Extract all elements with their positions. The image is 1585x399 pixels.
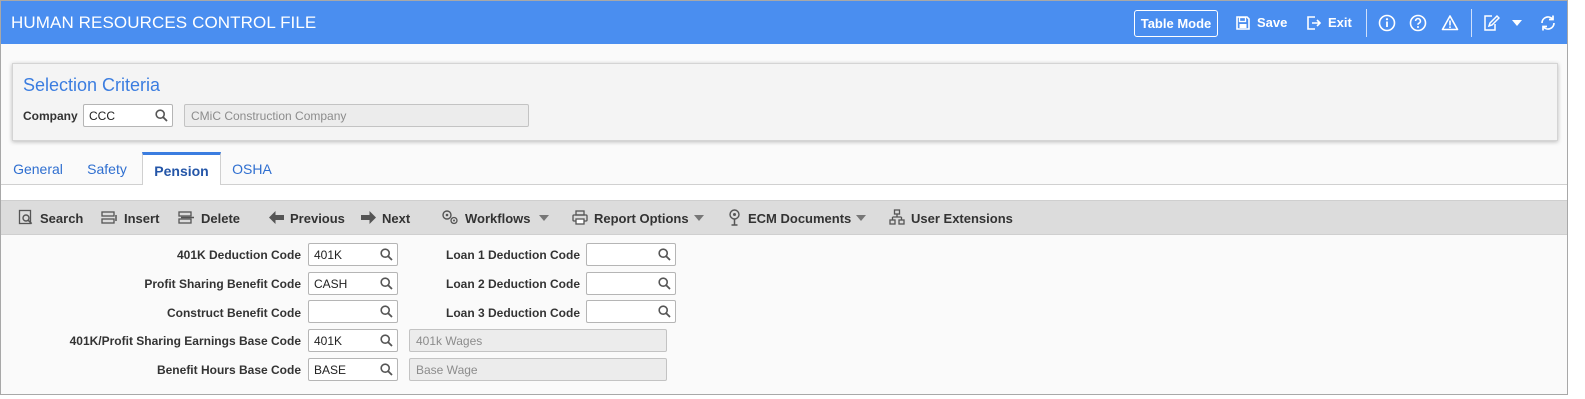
loan-3-deduction-code-field[interactable]	[586, 300, 676, 323]
hierarchy-icon	[889, 209, 905, 228]
loan-1-deduction-code-label: Loan 1 Deduction Code	[445, 248, 580, 262]
benefit-hours-base-description: Base Wage	[409, 358, 667, 381]
report-options-button[interactable]: Report Options	[572, 201, 689, 236]
previous-label: Previous	[290, 211, 345, 226]
loan-3-deduction-code-label: Loan 3 Deduction Code	[445, 306, 580, 320]
deduction-code-401k-value: 401K	[314, 247, 343, 262]
chevron-down-icon[interactable]	[1507, 13, 1527, 33]
profit-sharing-benefit-code-value: CASH	[314, 276, 348, 291]
toolbar-divider	[1366, 9, 1367, 37]
edit-icon[interactable]	[1481, 13, 1501, 33]
refresh-icon[interactable]	[1538, 13, 1558, 33]
tab-osha[interactable]: OSHA	[223, 152, 281, 185]
loan-2-deduction-code-label: Loan 2 Deduction Code	[445, 277, 580, 291]
report-options-dropdown-icon[interactable]	[694, 215, 704, 221]
construct-benefit-code-label: Construct Benefit Code	[166, 306, 301, 320]
tab-bar: General Safety Pension OSHA	[1, 152, 1567, 186]
user-extensions-button[interactable]: User Extensions	[889, 201, 1013, 236]
selection-criteria-title: Selection Criteria	[23, 75, 161, 95]
earnings-base-code-label: 401K/Profit Sharing Earnings Base Code	[69, 334, 301, 348]
workflows-dropdown-icon[interactable]	[539, 215, 549, 221]
earnings-base-description-value: 401k Wages	[416, 333, 483, 348]
toolbar-divider	[1471, 9, 1472, 37]
warning-icon[interactable]	[1440, 13, 1460, 33]
search-icon[interactable]	[150, 105, 172, 126]
construct-benefit-code-field[interactable]	[308, 300, 398, 323]
printer-icon	[572, 209, 588, 228]
search-icon[interactable]	[375, 301, 397, 322]
search-icon[interactable]	[653, 244, 675, 265]
insert-icon	[101, 210, 118, 228]
previous-button[interactable]: Previous	[269, 201, 345, 236]
search-icon[interactable]	[375, 359, 397, 380]
earnings-base-code-value: 401K	[314, 333, 343, 348]
deduction-code-401k-label: 401K Deduction Code	[176, 248, 301, 262]
next-label: Next	[382, 211, 411, 226]
search-button[interactable]: Search	[18, 201, 83, 236]
profit-sharing-benefit-code-field[interactable]: CASH	[308, 272, 398, 295]
ecm-documents-button[interactable]: ECM Documents	[727, 201, 851, 236]
delete-icon	[178, 210, 195, 228]
exit-button[interactable]: Exit	[1306, 1, 1352, 44]
search-icon	[18, 209, 34, 228]
ecm-documents-label: ECM Documents	[748, 211, 852, 226]
benefit-hours-base-code-field[interactable]: BASE	[308, 358, 398, 381]
action-toolbar: Search Insert Delete Previous Next Workf…	[1, 200, 1567, 235]
page-title: HUMAN RESOURCES CONTROL FILE	[11, 13, 317, 32]
earnings-base-code-field[interactable]: 401K	[308, 329, 398, 352]
info-icon[interactable]	[1377, 13, 1397, 33]
tab-general[interactable]: General	[3, 152, 73, 185]
next-button[interactable]: Next	[361, 201, 410, 236]
report-options-label: Report Options	[594, 211, 689, 226]
profit-sharing-benefit-code-label: Profit Sharing Benefit Code	[144, 277, 301, 291]
insert-button[interactable]: Insert	[101, 201, 159, 236]
pension-form: 401K Deduction Code Profit Sharing Benef…	[1, 236, 1567, 394]
gears-icon	[441, 209, 459, 228]
exit-label: Exit	[1328, 15, 1352, 30]
search-icon[interactable]	[375, 330, 397, 351]
delete-label: Delete	[201, 211, 241, 226]
arrow-right-icon	[361, 210, 376, 227]
benefit-hours-base-description-value: Base Wage	[416, 362, 478, 377]
exit-icon	[1306, 15, 1322, 31]
company-label: Company	[23, 109, 78, 123]
table-mode-button[interactable]: Table Mode	[1134, 10, 1218, 37]
benefit-hours-base-code-label: Benefit Hours Base Code	[156, 363, 301, 377]
header-bar: HUMAN RESOURCES CONTROL FILE Table Mode …	[1, 1, 1567, 44]
arrow-left-icon	[269, 210, 284, 227]
loan-1-deduction-code-field[interactable]	[586, 243, 676, 266]
search-icon[interactable]	[375, 273, 397, 294]
workflows-label: Workflows	[465, 211, 531, 226]
insert-label: Insert	[124, 211, 160, 226]
deduction-code-401k-field[interactable]: 401K	[308, 243, 398, 266]
selection-criteria-panel: Selection Criteria Company CCC CMiC Cons…	[12, 63, 1558, 141]
search-label: Search	[40, 211, 84, 226]
user-extensions-label: User Extensions	[911, 211, 1013, 226]
benefit-hours-base-code-value: BASE	[314, 362, 347, 377]
loan-2-deduction-code-field[interactable]	[586, 272, 676, 295]
app-window: HUMAN RESOURCES CONTROL FILE Table Mode …	[0, 0, 1568, 395]
company-field[interactable]: CCC	[83, 104, 173, 127]
delete-button[interactable]: Delete	[178, 201, 240, 236]
earnings-base-description: 401k Wages	[409, 329, 667, 352]
search-icon[interactable]	[375, 244, 397, 265]
ecm-documents-icon	[727, 208, 742, 229]
search-icon[interactable]	[653, 301, 675, 322]
help-icon[interactable]	[1408, 13, 1428, 33]
tab-safety[interactable]: Safety	[78, 152, 136, 185]
workflows-button[interactable]: Workflows	[441, 201, 531, 236]
save-icon	[1235, 15, 1251, 31]
save-label: Save	[1257, 15, 1288, 30]
company-name-field: CMiC Construction Company	[184, 104, 529, 127]
search-icon[interactable]	[653, 273, 675, 294]
company-name-value: CMiC Construction Company	[191, 108, 347, 123]
save-button[interactable]: Save	[1235, 1, 1287, 44]
tab-content-spacer	[1, 185, 1567, 200]
ecm-documents-dropdown-icon[interactable]	[856, 215, 866, 221]
tab-pension[interactable]: Pension	[142, 152, 221, 186]
company-value: CCC	[89, 108, 115, 123]
